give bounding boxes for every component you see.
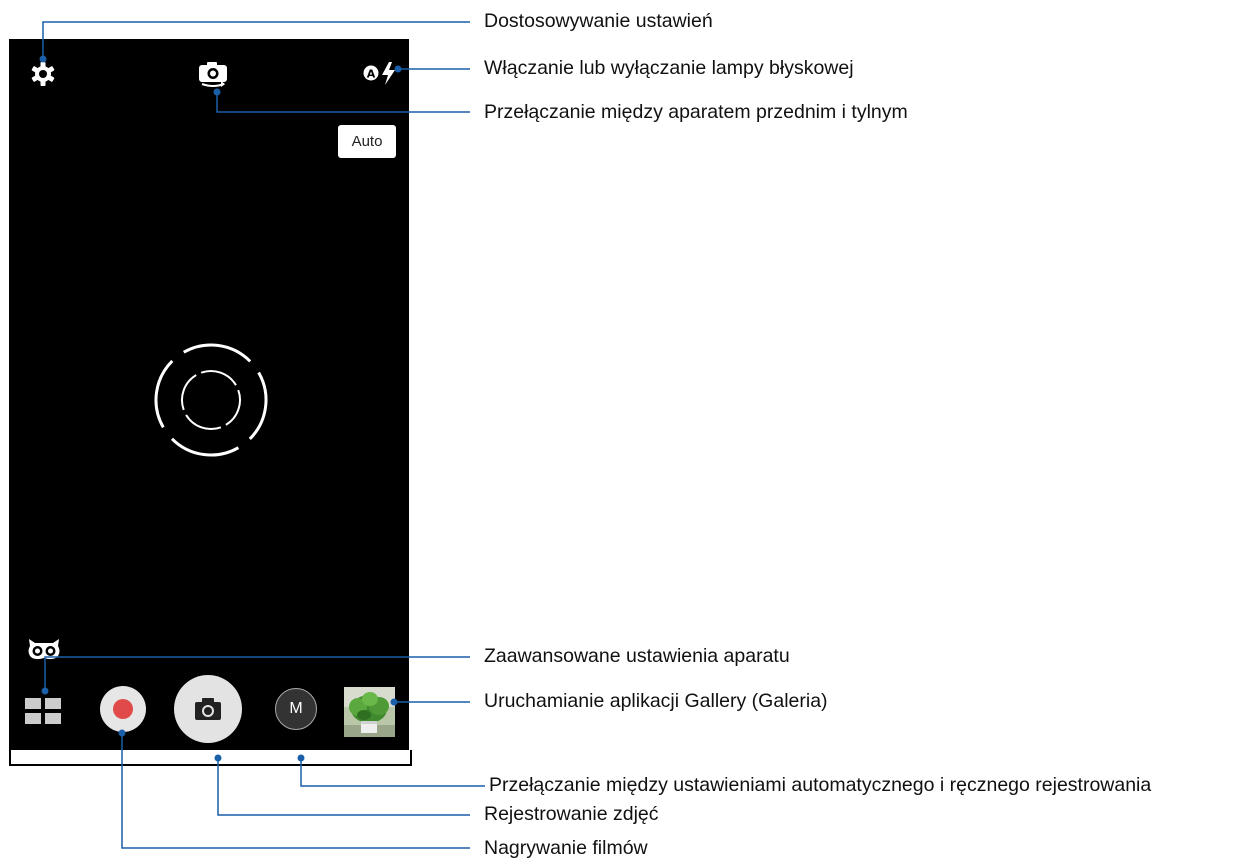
callout-gallery: Uruchamianie aplikacji Gallery (Galeria) <box>484 690 828 712</box>
callout-photo: Rejestrowanie zdjęć <box>484 803 659 825</box>
callout-settings: Dostosowywanie ustawień <box>484 10 713 32</box>
callout-advanced: Zaawansowane ustawienia aparatu <box>484 645 790 667</box>
callout-auto-manual: Przełączanie między ustawieniami automat… <box>489 774 1152 796</box>
callout-switch-camera: Przełączanie między aparatem przednim i … <box>484 101 908 123</box>
callout-flash: Włączanie lub wyłączanie lampy błyskowej <box>484 57 854 79</box>
callout-video: Nagrywanie filmów <box>484 837 648 859</box>
callout-leader-lines <box>39 21 485 849</box>
